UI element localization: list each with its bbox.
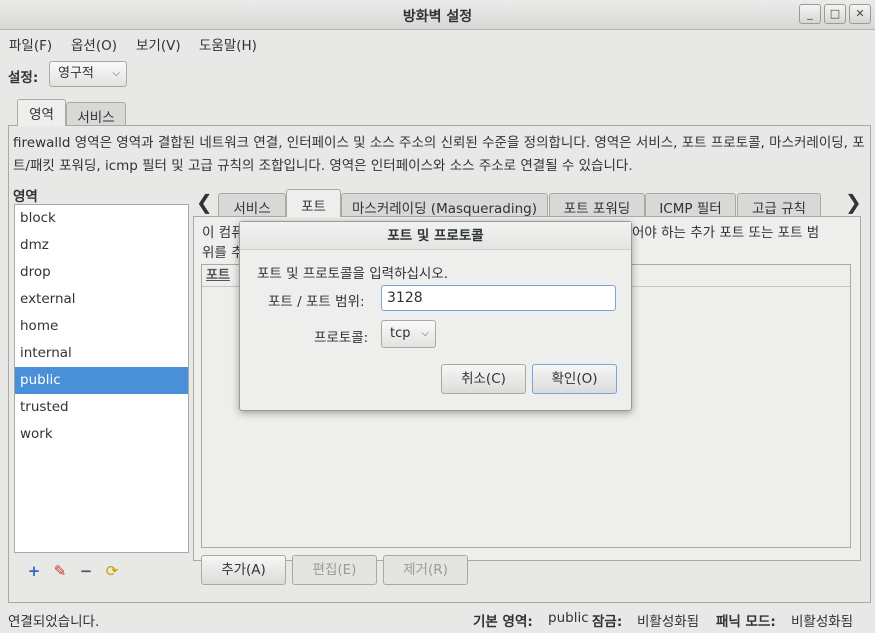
remove-port-button[interactable]: 제거(R) xyxy=(383,555,468,585)
zone-item-trusted[interactable]: trusted xyxy=(15,394,188,421)
port-range-label: 포트 / 포트 범위: xyxy=(268,294,365,310)
tab-services[interactable]: 서비스 xyxy=(66,102,126,126)
subtab-icmp-filter[interactable]: ICMP 필터 xyxy=(645,193,736,217)
lockdown-label: 잠금: xyxy=(592,614,623,630)
ports-intro-line1: 이 컴퓨 xyxy=(202,225,244,241)
close-button[interactable]: ✕ xyxy=(849,4,871,24)
menu-view[interactable]: 보기(V) xyxy=(136,34,181,54)
zone-item-drop[interactable]: drop xyxy=(15,259,188,286)
config-value: 영구적 xyxy=(58,66,94,81)
config-combo[interactable]: 영구적 ⌵ xyxy=(49,61,127,87)
zones-label: 영역 xyxy=(13,189,38,205)
remove-zone-icon[interactable]: − xyxy=(78,563,94,579)
connection-status: 연결되었습니다. xyxy=(8,614,100,630)
default-zone-value: public xyxy=(548,610,589,626)
port-range-input[interactable]: 3128 xyxy=(381,285,616,311)
zone-item-block[interactable]: block xyxy=(15,205,188,232)
protocol-label: 프로토콜: xyxy=(314,330,369,346)
load-defaults-icon[interactable]: ⟳ xyxy=(104,563,120,579)
subtab-masquerading[interactable]: 마스커레이딩 (Masquerading) xyxy=(341,193,548,217)
zone-item-home[interactable]: home xyxy=(15,313,188,340)
zones-description: firewalld 영역은 영역과 결합된 네트워크 연결, 인터페이스 및 소… xyxy=(13,135,865,174)
zone-item-dmz[interactable]: dmz xyxy=(15,232,188,259)
dialog-title: 포트 및 프로토콜 xyxy=(240,222,631,250)
ports-intro-line2: 위를 추 xyxy=(202,245,244,261)
zone-toolbar: + ✎ − ⟳ xyxy=(26,563,120,579)
ports-intro-left: 이 컴퓨 위를 추 xyxy=(202,223,244,263)
subtab-services[interactable]: 서비스 xyxy=(218,193,286,217)
subtab-rich-rules[interactable]: 고급 규칙 xyxy=(737,193,821,217)
menu-help[interactable]: 도움말(H) xyxy=(199,34,257,54)
window-title: 방화벽 설정 xyxy=(402,9,473,25)
window-controls: _ □ ✕ xyxy=(799,4,871,24)
chevron-down-icon: ⌵ xyxy=(112,68,120,79)
config-label: 설정: xyxy=(8,70,39,86)
maximize-button[interactable]: □ xyxy=(824,4,846,24)
zone-list: block dmz drop external home internal pu… xyxy=(14,204,189,553)
minimize-button[interactable]: _ xyxy=(799,4,821,24)
ports-intro-right: 어야 하는 추가 포트 또는 포트 범 xyxy=(632,225,820,241)
menu-options[interactable]: 옵션(O) xyxy=(71,34,117,54)
zone-item-work[interactable]: work xyxy=(15,421,188,448)
protocol-value: tcp xyxy=(390,326,411,341)
panic-mode-label: 패닉 모드: xyxy=(716,614,776,630)
cancel-button[interactable]: 취소(C) xyxy=(441,364,526,394)
menu-bar: 파일(F) 옵션(O) 보기(V) 도움말(H) xyxy=(0,30,875,54)
lockdown-value: 비활성화됨 xyxy=(637,614,700,630)
add-zone-icon[interactable]: + xyxy=(26,563,42,579)
default-zone-label: 기본 영역: xyxy=(473,614,533,630)
zone-item-internal[interactable]: internal xyxy=(15,340,188,367)
chevron-down-icon: ⌵ xyxy=(421,328,429,339)
tab-zones[interactable]: 영역 xyxy=(17,99,66,126)
ok-button[interactable]: 확인(O) xyxy=(532,364,617,394)
dialog-prompt: 포트 및 프로토콜을 입력하십시오. xyxy=(257,266,449,282)
zone-item-public[interactable]: public xyxy=(15,367,188,394)
protocol-combo[interactable]: tcp ⌵ xyxy=(381,320,436,348)
port-protocol-dialog: 포트 및 프로토콜 포트 및 프로토콜을 입력하십시오. 포트 / 포트 범위:… xyxy=(239,221,632,411)
tabs-scroll-left-icon[interactable]: ❮ xyxy=(196,190,213,214)
subtab-ports[interactable]: 포트 xyxy=(286,189,341,217)
add-port-button[interactable]: 추가(A) xyxy=(201,555,286,585)
edit-port-button[interactable]: 편집(E) xyxy=(292,555,377,585)
subtab-port-forwarding[interactable]: 포트 포워딩 xyxy=(549,193,645,217)
zone-item-external[interactable]: external xyxy=(15,286,188,313)
menu-file[interactable]: 파일(F) xyxy=(9,34,52,54)
panic-mode-value: 비활성화됨 xyxy=(791,614,854,630)
title-bar: 방화벽 설정 _ □ ✕ xyxy=(0,0,875,30)
status-bar: 연결되었습니다. 기본 영역: public 잠금: 비활성화됨 패닉 모드: … xyxy=(0,605,875,633)
edit-zone-icon[interactable]: ✎ xyxy=(52,563,68,579)
tabs-scroll-right-icon[interactable]: ❯ xyxy=(845,190,862,214)
